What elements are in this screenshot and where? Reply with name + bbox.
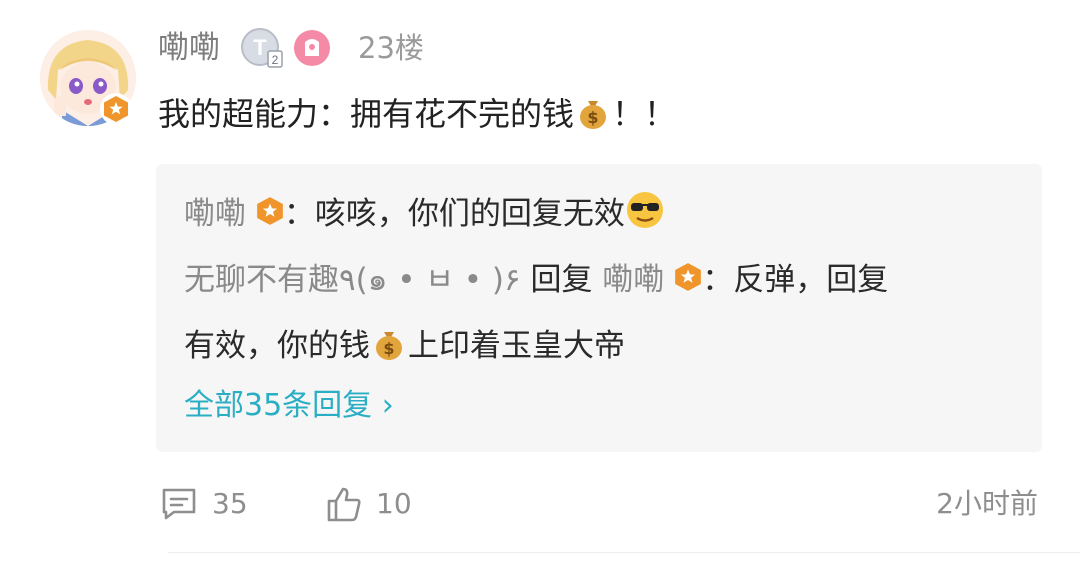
verified-badge-icon	[256, 192, 284, 240]
comment-count: 35	[212, 487, 248, 520]
reply-item[interactable]: 嘞嘞 ：咳咳，你们的回复无效	[184, 190, 665, 244]
svg-text:T: T	[253, 35, 267, 60]
floor-number: 23楼	[358, 31, 424, 65]
sunglasses-emoji-icon	[625, 190, 665, 244]
reply-text-continued: 有效，你的钱 $ 上印着玉皇大帝	[184, 322, 625, 376]
comment-content: 我的超能力：拥有花不完的钱 $ ！！	[158, 90, 676, 144]
post-time: 2小时前	[936, 487, 1038, 520]
all-replies-link[interactable]: 全部35条回复 ›	[184, 384, 394, 428]
username[interactable]: 嘞嘞	[158, 26, 220, 70]
money-bag-icon: $	[370, 324, 408, 376]
reply-text: 有效，你的钱	[184, 328, 370, 364]
level-badge-icon: T 2	[240, 27, 284, 69]
thumbs-up-icon	[327, 487, 361, 522]
svg-text:2: 2	[272, 53, 279, 67]
reply-text: ：反弹，回复	[702, 262, 889, 298]
comment-suffix: ！！	[612, 95, 677, 133]
svg-text:$: $	[383, 339, 394, 358]
verified-badge-icon	[674, 258, 702, 306]
divider	[168, 552, 1080, 553]
fan-badge-icon	[292, 28, 332, 68]
like-count: 10	[376, 487, 412, 520]
like-button[interactable]: 10	[326, 484, 412, 524]
reply-word: 回复	[530, 262, 593, 298]
comment-button[interactable]: 35	[160, 484, 248, 524]
reply-item[interactable]: 无聊不有趣٩(๑ • ㅂ • )۶ 回复 嘞嘞 ：反弹，回复	[184, 256, 888, 306]
comment-text: 我的超能力：拥有花不完的钱	[158, 95, 575, 133]
reply-text: ：咳咳，你们的回复无效	[283, 196, 625, 232]
reply-nick[interactable]: 嘞嘞	[184, 196, 246, 232]
reply-text: 上印着玉皇大帝	[408, 328, 625, 364]
reply-target-nick[interactable]: 嘞嘞	[602, 262, 664, 298]
svg-text:$: $	[587, 108, 598, 127]
money-bag-icon: $	[574, 93, 612, 144]
verified-badge-icon	[100, 93, 132, 125]
comment-icon	[162, 488, 196, 520]
reply-nick[interactable]: 无聊不有趣٩(๑ • ㅂ • )۶	[184, 262, 521, 298]
